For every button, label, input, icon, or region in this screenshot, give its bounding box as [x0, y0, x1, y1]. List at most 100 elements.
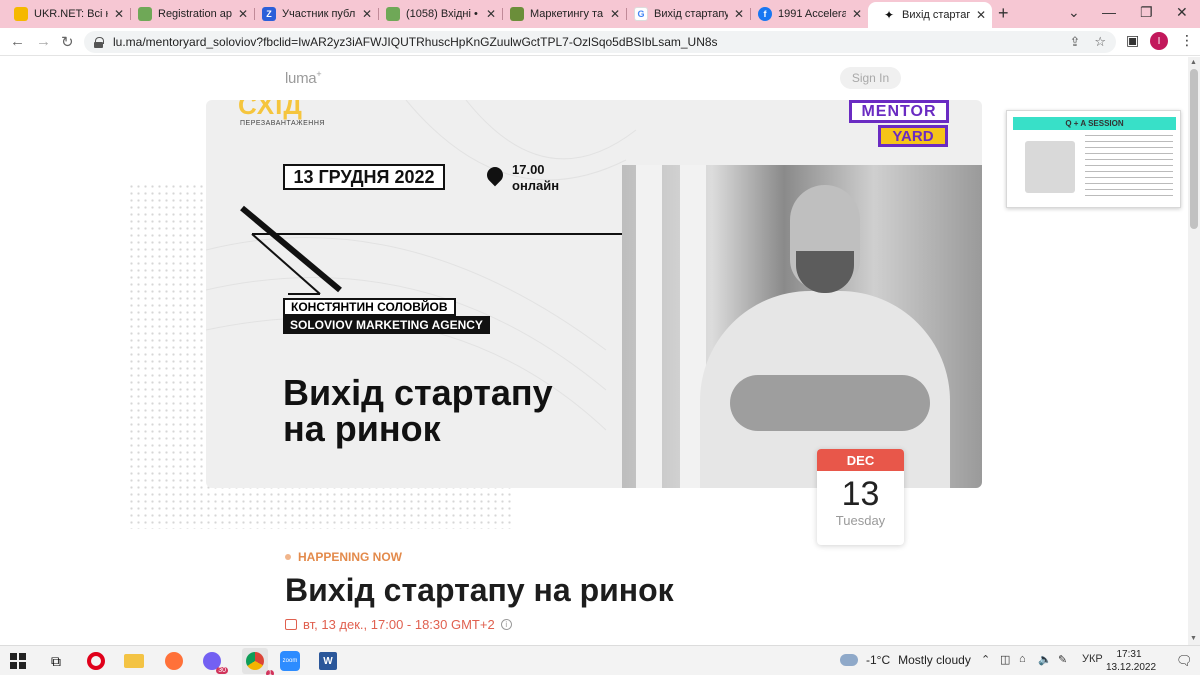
- close-tab-icon[interactable]: ✕: [610, 7, 620, 21]
- side-panel-icon[interactable]: ▣: [1126, 32, 1139, 49]
- calendar-day: 13: [841, 475, 880, 513]
- info-icon[interactable]: i: [500, 619, 512, 630]
- event-datetime[interactable]: вт, 13 дек., 17:00 - 18:30 GMT+2 i: [285, 617, 512, 632]
- language-indicator[interactable]: УКР: [1082, 653, 1103, 665]
- firefox-icon[interactable]: [164, 651, 184, 671]
- event-cover-image: СХІД ПЕРЕЗАВАНТАЖЕННЯ MENTOR YARD 13 ГРУ…: [206, 100, 982, 488]
- close-tab-icon[interactable]: ✕: [238, 7, 248, 21]
- banner-title: Вихід стартапу на ринок: [283, 372, 553, 449]
- viber-badge: 30: [216, 667, 228, 674]
- close-tab-icon[interactable]: ✕: [852, 7, 862, 21]
- lock-icon[interactable]: [94, 36, 104, 48]
- word-icon[interactable]: W: [318, 651, 338, 671]
- back-icon[interactable]: ←: [10, 33, 25, 50]
- weather-temp: -1°C: [866, 653, 891, 667]
- zoom-icon[interactable]: zoom: [280, 651, 300, 671]
- tab-search-icon[interactable]: ⌄: [1068, 4, 1080, 21]
- browser-tab[interactable]: G Вихід стартапу н ✕: [620, 2, 750, 26]
- mail-favicon-icon: [138, 7, 152, 21]
- tab-title: Registration appr: [158, 8, 232, 20]
- banner-time: 17.00 онлайн: [512, 162, 560, 193]
- forward-icon[interactable]: →: [36, 33, 51, 50]
- camera-icon[interactable]: ◫: [1000, 653, 1010, 666]
- menu-kebab-icon[interactable]: ⋮: [1180, 32, 1194, 49]
- url-text[interactable]: lu.ma/mentoryard_soloviov?fbclid=IwAR2yz…: [113, 35, 718, 49]
- skhid-subtitle: ПЕРЕЗАВАНТАЖЕННЯ: [240, 120, 325, 127]
- tab-title: Вихід стартапу н: [902, 9, 970, 21]
- maximize-button[interactable]: ❐: [1140, 4, 1153, 21]
- new-tab-button[interactable]: +: [998, 3, 1009, 24]
- tab-strip: UKR.NET: Всі нов ✕ Registration appr ✕ Z…: [0, 0, 1200, 28]
- live-dot-icon: [285, 554, 291, 560]
- scrollbar-thumb[interactable]: [1190, 69, 1198, 229]
- leaf-favicon-icon: [510, 7, 524, 21]
- page-scrollbar[interactable]: ▲ ▼: [1188, 57, 1200, 645]
- browser-tab[interactable]: (1058) Вхідні • ііп ✕: [372, 2, 502, 26]
- calendar-month: DEC: [817, 449, 904, 471]
- luma-favicon-icon: ✦: [883, 8, 895, 22]
- preview-header: Q + A SESSION: [1013, 117, 1176, 130]
- network-icon[interactable]: ⌂: [1019, 653, 1026, 665]
- event-title: Вихід стартапу на ринок: [285, 572, 674, 608]
- skhid-logo: СХІД: [238, 100, 303, 120]
- status-badge: HAPPENING NOW: [285, 550, 402, 564]
- task-view-icon[interactable]: ⧉: [46, 651, 66, 671]
- browser-tab-active[interactable]: ✦ Вихід стартапу н ✕: [868, 2, 992, 28]
- calendar-weekday: Tuesday: [835, 513, 886, 528]
- browser-tab[interactable]: UKR.NET: Всі нов ✕: [0, 2, 130, 26]
- mentor-yard-logo-top: MENTOR: [849, 100, 949, 123]
- browser-tab[interactable]: Маркетингу та р ✕: [496, 2, 626, 26]
- file-explorer-icon[interactable]: [124, 651, 144, 671]
- chrome-icon[interactable]: 1: [242, 648, 274, 675]
- minimize-button[interactable]: —: [1102, 4, 1116, 20]
- tab-title: UKR.NET: Всі нов: [34, 8, 108, 20]
- system-clock[interactable]: 17:31 13.12.2022: [1106, 648, 1156, 674]
- close-tab-icon[interactable]: ✕: [976, 8, 986, 22]
- preview-text: [1085, 135, 1173, 201]
- chrome-badge: 1: [266, 670, 274, 675]
- profile-avatar[interactable]: I: [1150, 32, 1168, 50]
- close-tab-icon[interactable]: ✕: [734, 7, 744, 21]
- weather-desc: Mostly cloudy: [898, 653, 971, 667]
- close-tab-icon[interactable]: ✕: [362, 7, 372, 21]
- tab-title: (1058) Вхідні • ііп: [406, 8, 480, 20]
- pen-icon[interactable]: ✎: [1058, 653, 1067, 666]
- close-window-button[interactable]: ✕: [1176, 4, 1188, 21]
- tab-title: 1991 Accelerator: [778, 8, 846, 20]
- bookmark-star-icon[interactable]: ☆: [1094, 34, 1106, 50]
- browser-tab[interactable]: Z Участник публик ✕: [248, 2, 378, 26]
- floating-preview-thumbnail[interactable]: Q + A SESSION: [1006, 110, 1181, 208]
- speaker-company: SOLOVIOV MARKETING AGENCY: [283, 316, 490, 334]
- viber-icon[interactable]: 30: [202, 651, 228, 674]
- z-favicon-icon: Z: [262, 7, 276, 21]
- browser-tab[interactable]: f 1991 Accelerator ✕: [744, 2, 868, 26]
- luma-logo[interactable]: luma+: [285, 69, 322, 87]
- share-icon[interactable]: ⇪: [1069, 34, 1080, 50]
- google-favicon-icon: G: [634, 7, 648, 21]
- tab-title: Маркетингу та р: [530, 8, 604, 20]
- chevron-up-icon[interactable]: ⌃: [981, 653, 990, 666]
- cloud-icon: [840, 654, 858, 666]
- address-bar[interactable]: lu.ma/mentoryard_soloviov?fbclid=IwAR2yz…: [84, 31, 1116, 53]
- close-tab-icon[interactable]: ✕: [114, 7, 124, 21]
- mentor-yard-logo-bottom: YARD: [878, 125, 948, 147]
- preview-image: [1025, 141, 1075, 193]
- notifications-icon[interactable]: 🗨: [1176, 653, 1193, 669]
- scroll-up-icon[interactable]: ▲: [1190, 59, 1197, 66]
- mail-favicon-icon: [386, 7, 400, 21]
- volume-icon[interactable]: 🔈: [1038, 653, 1052, 666]
- opera-icon[interactable]: [86, 651, 106, 671]
- page-content: luma+ Sign In СХІД ПЕРЕЗАВАНТАЖЕННЯ MENT…: [0, 57, 1188, 645]
- browser-tab[interactable]: Registration appr ✕: [124, 2, 254, 26]
- facebook-favicon-icon: f: [758, 7, 772, 21]
- start-button[interactable]: [8, 651, 28, 671]
- sign-in-button[interactable]: Sign In: [840, 67, 901, 89]
- calendar-date-card: DEC 13 Tuesday: [817, 449, 904, 545]
- banner-date: 13 ГРУДНЯ 2022: [283, 164, 445, 190]
- speaker-photo: [622, 165, 982, 488]
- reload-icon[interactable]: ↻: [61, 33, 74, 51]
- calendar-icon: [285, 619, 297, 630]
- close-tab-icon[interactable]: ✕: [486, 7, 496, 21]
- scroll-down-icon[interactable]: ▼: [1190, 635, 1197, 642]
- weather-widget[interactable]: -1°C Mostly cloudy: [840, 653, 971, 667]
